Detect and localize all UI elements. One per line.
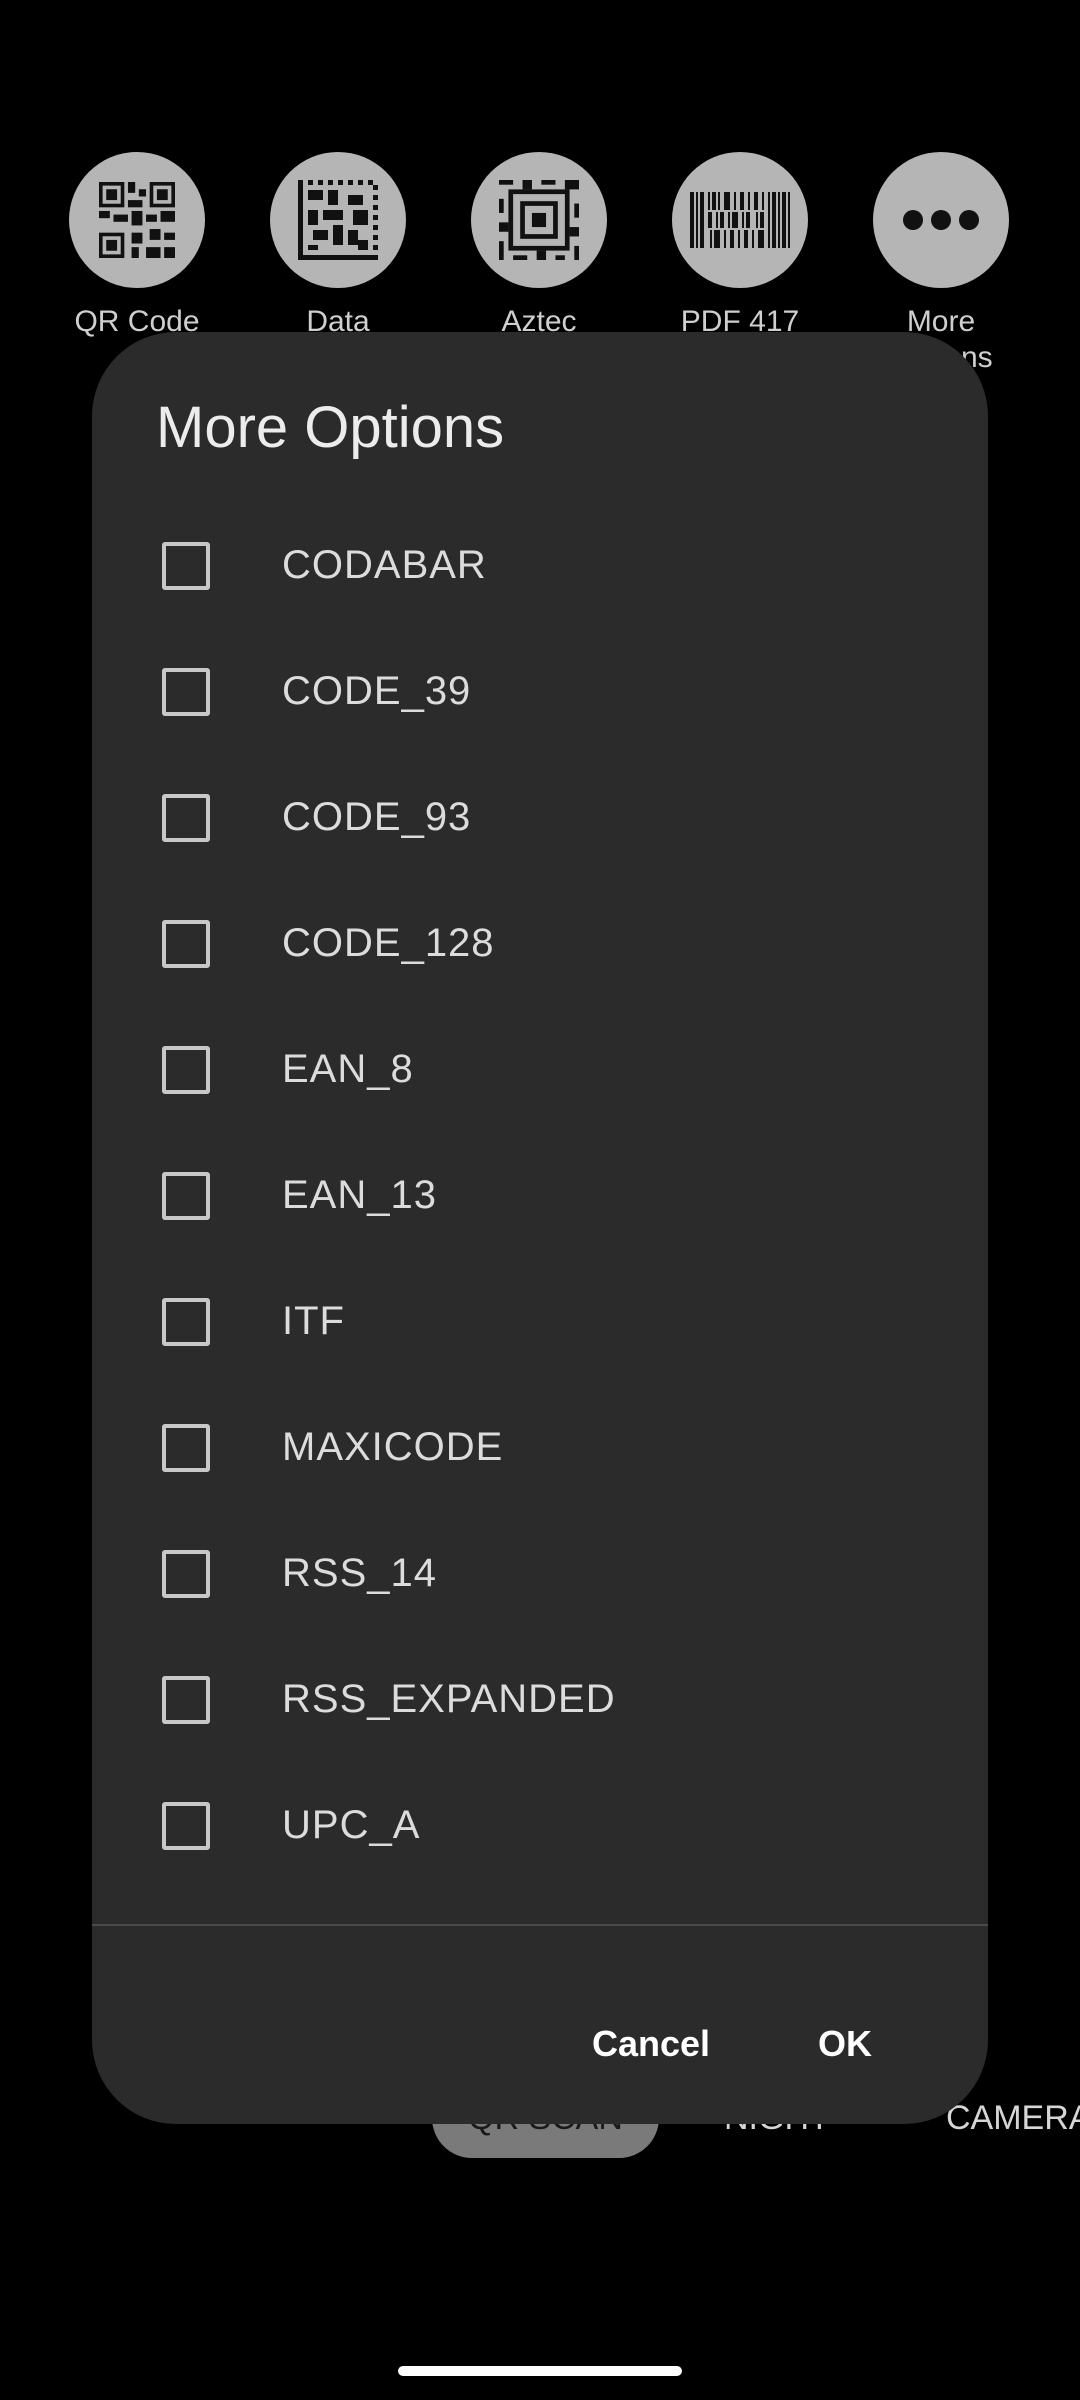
pdf417-button[interactable]: PDF 417 <box>672 152 808 340</box>
dialog-title: More Options <box>156 395 505 460</box>
qr-code-icon <box>69 152 205 288</box>
option-label: RSS_EXPANDED <box>282 1677 616 1721</box>
checkbox[interactable] <box>162 1424 210 1472</box>
option-ean-8[interactable]: EAN_8 <box>92 1006 988 1132</box>
checkbox[interactable] <box>162 1046 210 1094</box>
option-label: CODE_128 <box>282 921 495 965</box>
checkbox[interactable] <box>162 542 210 590</box>
option-label: EAN_8 <box>282 1047 414 1091</box>
checkbox[interactable] <box>162 1802 210 1850</box>
aztec-icon <box>471 152 607 288</box>
dialog-divider <box>92 1924 988 1926</box>
option-label: ITF <box>282 1299 345 1343</box>
data-matrix-icon <box>270 152 406 288</box>
cancel-button[interactable]: Cancel <box>572 1994 730 2094</box>
ok-button[interactable]: OK <box>798 1994 892 2094</box>
checkbox[interactable] <box>162 668 210 716</box>
option-rss-expanded[interactable]: RSS_EXPANDED <box>92 1636 988 1762</box>
option-label: CODABAR <box>282 543 487 587</box>
home-indicator[interactable] <box>398 2366 682 2376</box>
option-label: CODE_93 <box>282 795 472 839</box>
checkbox[interactable] <box>162 1676 210 1724</box>
option-label: CODE_39 <box>282 669 472 713</box>
option-codabar[interactable]: CODABAR <box>92 502 988 628</box>
screen: QR Code Data Aztec PDF 417 More CAMERA M… <box>0 0 1080 2400</box>
checkbox[interactable] <box>162 1172 210 1220</box>
checkbox[interactable] <box>162 1550 210 1598</box>
option-code-93[interactable]: CODE_93 <box>92 754 988 880</box>
more-dots-icon <box>873 152 1009 288</box>
option-code-128[interactable]: CODE_128 <box>92 880 988 1006</box>
option-label: EAN_13 <box>282 1173 437 1217</box>
barcode-format-list: CODABAR CODE_39 CODE_93 CODE_128 EAN_8 E… <box>92 502 988 1888</box>
qr-code-button[interactable]: QR Code <box>69 152 205 340</box>
option-label: MAXICODE <box>282 1425 504 1469</box>
checkbox[interactable] <box>162 920 210 968</box>
option-label: RSS_14 <box>282 1551 437 1595</box>
checkbox[interactable] <box>162 794 210 842</box>
pdf417-icon <box>672 152 808 288</box>
option-code-39[interactable]: CODE_39 <box>92 628 988 754</box>
option-ean-13[interactable]: EAN_13 <box>92 1132 988 1258</box>
checkbox[interactable] <box>162 1298 210 1346</box>
option-maxicode[interactable]: MAXICODE <box>92 1384 988 1510</box>
more-options-dialog: More Options CODABAR CODE_39 CODE_93 COD… <box>92 332 988 2124</box>
option-itf[interactable]: ITF <box>92 1258 988 1384</box>
option-rss-14[interactable]: RSS_14 <box>92 1510 988 1636</box>
data-matrix-button[interactable]: Data <box>270 152 406 340</box>
option-upc-a[interactable]: UPC_A <box>92 1762 988 1888</box>
aztec-button[interactable]: Aztec <box>471 152 607 340</box>
option-label: UPC_A <box>282 1803 421 1847</box>
